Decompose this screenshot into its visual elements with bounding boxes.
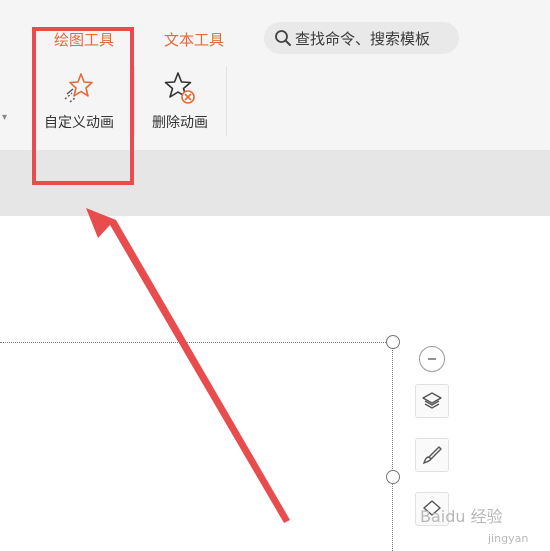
search-icon [275, 30, 291, 46]
layers-icon [422, 392, 442, 409]
tool-divider [134, 66, 135, 136]
slide-canvas[interactable] [0, 216, 550, 551]
annotation-highlight-box [32, 27, 134, 185]
tool-divider [226, 66, 227, 136]
search-box[interactable]: 查找命令、搜索模板 [264, 22, 459, 54]
tab-text-tools[interactable]: 文本工具 [164, 29, 224, 50]
search-placeholder: 查找命令、搜索模板 [295, 29, 431, 48]
group-scroll-caret-icon[interactable]: ▾ [2, 112, 7, 123]
delete-animation-label: 删除动画 [152, 115, 208, 131]
resize-handle-top-right[interactable] [386, 335, 400, 349]
selection-border-right [392, 342, 393, 551]
layers-button[interactable] [415, 384, 449, 418]
watermark-sub: jingyan [488, 532, 529, 545]
delete-animation-button[interactable]: 删除动画 [140, 68, 220, 132]
resize-handle-right[interactable] [386, 470, 400, 484]
watermark: Baidu 经验 [420, 507, 503, 526]
selection-border-top [0, 342, 392, 343]
brush-button[interactable] [415, 438, 449, 472]
brush-icon [422, 446, 442, 465]
delete-animation-star-icon [162, 68, 198, 106]
collapse-minus-icon[interactable] [419, 346, 445, 372]
